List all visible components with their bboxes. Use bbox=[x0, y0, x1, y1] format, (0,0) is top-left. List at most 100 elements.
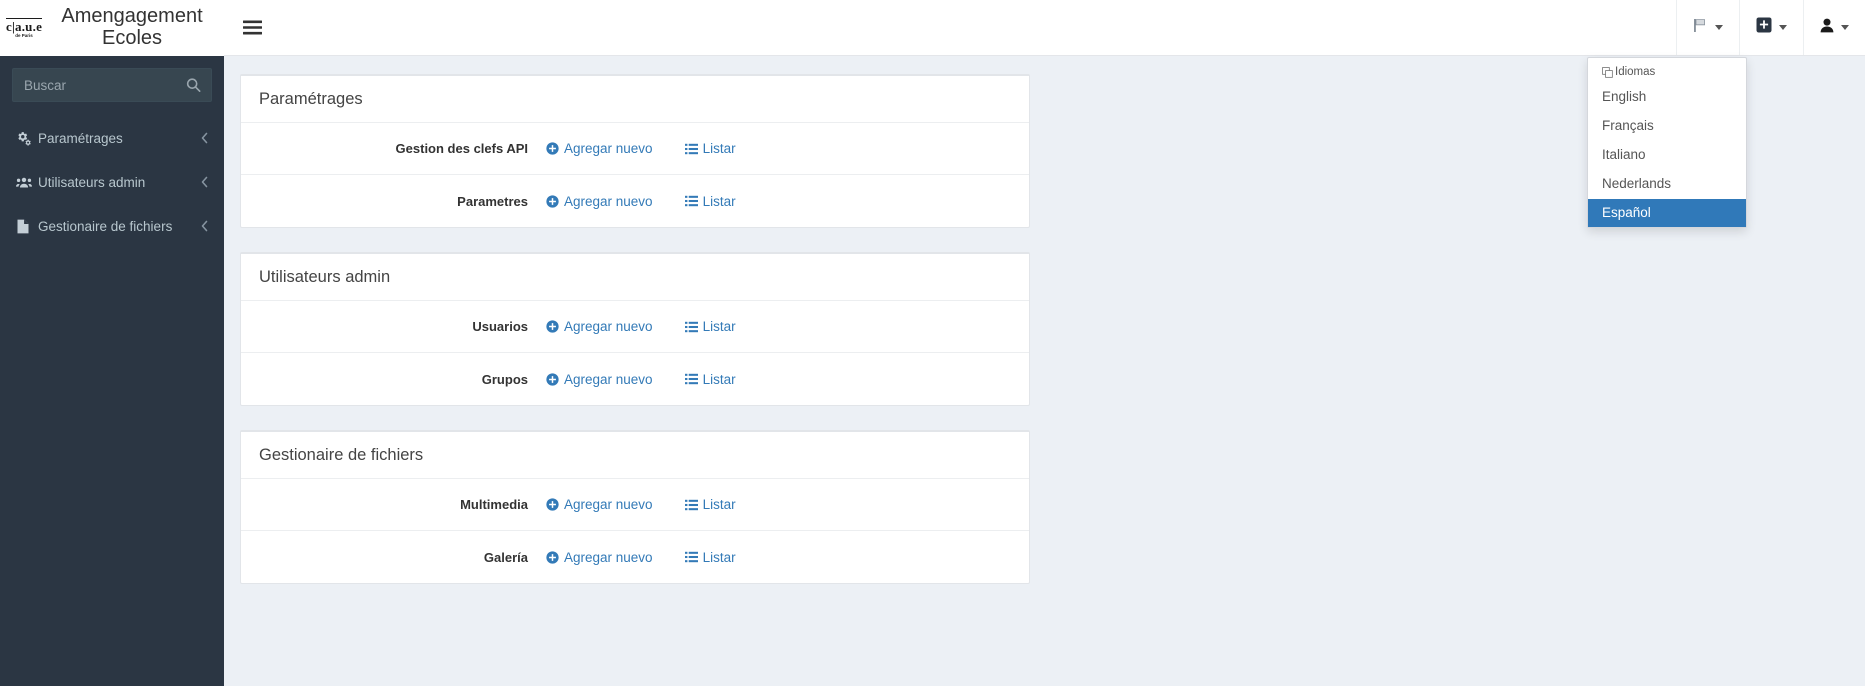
list-label: Listar bbox=[702, 141, 736, 156]
table-row: Gestion des clefs API Agregar nuevo List… bbox=[241, 123, 1029, 175]
panel-header: Utilisateurs admin bbox=[241, 254, 1029, 301]
brand-header[interactable]: c|a.u.e de Paris Amengagement Ecoles bbox=[0, 0, 224, 56]
hamburger-icon[interactable] bbox=[224, 0, 280, 55]
panel-gestionaire-de-fichiers: Gestionaire de fichiers Multimedia Agreg… bbox=[240, 430, 1030, 584]
language-switcher[interactable] bbox=[1676, 0, 1739, 55]
list-link[interactable]: Listar bbox=[684, 549, 736, 565]
language-option-espanol[interactable]: Español bbox=[1588, 198, 1746, 228]
language-option-francais[interactable]: Français bbox=[1588, 112, 1746, 141]
language-option-nederlands[interactable]: Nederlands bbox=[1588, 170, 1746, 199]
chevron-left-icon[interactable] bbox=[200, 176, 209, 188]
language-option-italiano[interactable]: Italiano bbox=[1588, 141, 1746, 170]
list-link[interactable]: Listar bbox=[684, 319, 736, 334]
chevron-down-icon bbox=[1779, 25, 1787, 30]
panel-header: Gestionaire de fichiers bbox=[241, 432, 1029, 479]
plus-circle-icon bbox=[546, 194, 559, 208]
flag-icon bbox=[1693, 18, 1708, 38]
users-icon bbox=[16, 175, 38, 190]
file-icon bbox=[16, 219, 38, 234]
user-account-button[interactable] bbox=[1803, 0, 1865, 55]
add-new-link[interactable]: Agregar nuevo bbox=[546, 194, 653, 209]
add-new-link[interactable]: Agregar nuevo bbox=[546, 141, 653, 156]
add-new-label: Agregar nuevo bbox=[564, 371, 653, 387]
search-icon[interactable] bbox=[186, 78, 201, 93]
plus-circle-icon bbox=[546, 498, 559, 511]
language-dropdown-header-label: Idiomas bbox=[1615, 66, 1656, 78]
panel-parametrages: Paramétrages Gestion des clefs API Agreg… bbox=[240, 74, 1030, 228]
list-label: Listar bbox=[702, 497, 736, 512]
language-icon bbox=[1602, 66, 1613, 78]
plus-circle-icon bbox=[546, 320, 559, 333]
chevron-left-icon[interactable] bbox=[200, 220, 209, 232]
row-label: Grupos bbox=[481, 371, 528, 387]
brand-title: Amengagement Ecoles bbox=[61, 5, 203, 49]
table-row: Multimedia Agregar nuevo Listar bbox=[241, 479, 1029, 531]
chevron-down-icon bbox=[1715, 25, 1723, 30]
add-new-link[interactable]: Agregar nuevo bbox=[546, 550, 653, 565]
search-box[interactable] bbox=[12, 68, 231, 102]
table-row: Usuarios Agregar nuevo Listar bbox=[241, 301, 1029, 353]
list-icon bbox=[684, 373, 698, 385]
add-new-label: Agregar nuevo bbox=[564, 497, 653, 512]
add-new-label: Agregar nuevo bbox=[564, 549, 653, 565]
plus-circle-icon bbox=[546, 142, 559, 155]
row-label: Gestion des clefs API bbox=[395, 141, 528, 156]
plus-square-icon bbox=[1756, 17, 1772, 38]
add-new-link[interactable]: Agregar nuevo bbox=[546, 372, 653, 387]
chevron-down-icon bbox=[1841, 25, 1849, 30]
table-row: Parametres Agregar nuevo Listar bbox=[241, 175, 1029, 227]
language-dropdown-menu: Idiomas English Français Italiano Nederl… bbox=[1587, 57, 1747, 229]
add-new-label: Agregar nuevo bbox=[564, 319, 653, 334]
add-new-link[interactable]: Agregar nuevo bbox=[546, 319, 653, 334]
plus-circle-icon bbox=[546, 372, 559, 386]
list-icon bbox=[684, 321, 698, 333]
panel-utilisateurs-admin: Utilisateurs admin Usuarios Agregar nuev… bbox=[240, 252, 1030, 406]
list-label: Listar bbox=[702, 549, 736, 565]
sidebar-item-gestionaire-de-fichiers[interactable]: Gestionaire de fichiers bbox=[0, 204, 224, 248]
list-link[interactable]: Listar bbox=[684, 141, 736, 156]
list-icon bbox=[684, 195, 698, 207]
topbar-actions bbox=[1676, 0, 1865, 55]
row-label: Parametres bbox=[457, 193, 528, 209]
add-new-link[interactable]: Agregar nuevo bbox=[546, 497, 653, 512]
topbar bbox=[224, 0, 1865, 56]
add-new-label: Agregar nuevo bbox=[564, 193, 653, 209]
panel-title: Paramétrages bbox=[259, 90, 363, 108]
plus-circle-icon bbox=[546, 550, 559, 564]
language-option-english[interactable]: English bbox=[1588, 83, 1746, 112]
list-link[interactable]: Listar bbox=[684, 497, 736, 512]
app-root: c|a.u.e de Paris Amengagement Ecoles Bus… bbox=[0, 0, 1865, 686]
sidebar-item-label: Utilisateurs admin bbox=[38, 174, 146, 190]
sidebar-search bbox=[0, 56, 231, 110]
chevron-left-icon[interactable] bbox=[200, 132, 209, 144]
panel-header: Paramétrages bbox=[241, 76, 1029, 123]
row-label: Galería bbox=[483, 549, 528, 565]
sidebar: c|a.u.e de Paris Amengagement Ecoles Bus… bbox=[0, 0, 231, 686]
list-label: Listar bbox=[702, 371, 736, 387]
list-label: Listar bbox=[702, 193, 736, 209]
table-row: Galería Agregar nuevo Listar bbox=[241, 531, 1029, 583]
quick-add-button[interactable] bbox=[1739, 0, 1803, 55]
list-icon bbox=[684, 499, 698, 511]
list-label: Listar bbox=[702, 319, 736, 334]
panel-title: Utilisateurs admin bbox=[259, 268, 391, 286]
add-new-label: Agregar nuevo bbox=[564, 141, 653, 156]
sidebar-item-label: Gestionaire de fichiers bbox=[38, 218, 173, 234]
sidebar-nav: Paramétrages Utilisateurs admin Gestiona… bbox=[0, 116, 224, 248]
language-dropdown-header: Idiomas bbox=[1588, 63, 1746, 83]
list-link[interactable]: Listar bbox=[684, 371, 736, 387]
row-label: Multimedia bbox=[460, 497, 528, 512]
row-label: Usuarios bbox=[472, 319, 528, 334]
sidebar-item-label: Paramétrages bbox=[38, 130, 123, 146]
sidebar-item-utilisateurs-admin[interactable]: Utilisateurs admin bbox=[0, 160, 224, 204]
logo-mark: c|a.u.e bbox=[6, 17, 43, 34]
logo-subtitle: de Paris bbox=[15, 32, 33, 38]
list-icon bbox=[684, 143, 698, 155]
list-link[interactable]: Listar bbox=[684, 193, 736, 209]
user-icon bbox=[1820, 18, 1834, 38]
sidebar-item-parametrages[interactable]: Paramétrages bbox=[0, 116, 224, 160]
caue-logo-icon: c|a.u.e de Paris bbox=[6, 17, 43, 39]
table-row: Grupos Agregar nuevo Listar bbox=[241, 353, 1029, 405]
list-icon bbox=[684, 551, 698, 563]
panel-title: Gestionaire de fichiers bbox=[259, 446, 424, 464]
